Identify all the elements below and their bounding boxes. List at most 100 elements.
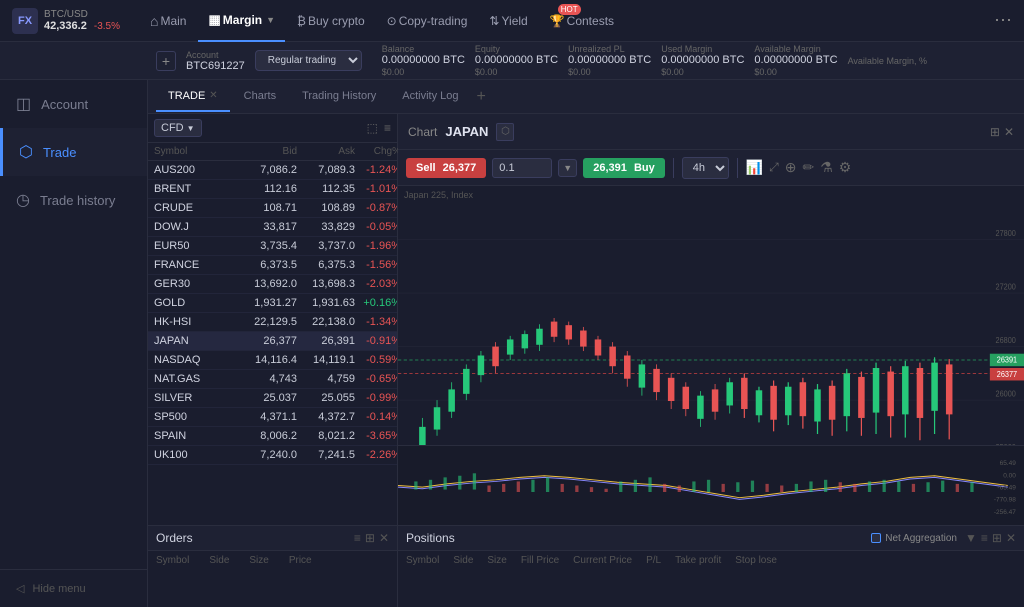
interval-select[interactable]: 4h1h1d xyxy=(682,157,729,179)
add-tab-button[interactable]: + xyxy=(477,88,486,106)
bottom-panel: Orders ≡ ⊞ ✕ SymbolSideSizePrice Positio… xyxy=(148,525,1024,607)
qty-dropdown-button[interactable]: ▼ xyxy=(558,159,577,177)
symbol-row[interactable]: JAPAN26,37726,391-0.91% xyxy=(148,332,397,351)
chart-crosshair-button[interactable]: ⊕ xyxy=(785,159,797,176)
sell-button[interactable]: Sell 26,377 xyxy=(406,158,486,178)
symbol-row[interactable]: FRANCE6,373.56,375.3-1.56% xyxy=(148,256,397,275)
tab-trading-history[interactable]: Trading History xyxy=(290,82,388,112)
orders-menu-button[interactable]: ≡ xyxy=(354,531,361,545)
symbol-row[interactable]: GER3013,692.013,698.3-2.03% xyxy=(148,275,397,294)
nav-yield[interactable]: ⇅ Yield xyxy=(479,0,537,42)
nav-more-button[interactable]: ⋯ xyxy=(990,6,1016,35)
symbol-row[interactable]: UK1007,240.07,241.5-2.26% xyxy=(148,446,397,465)
orders-expand-button[interactable]: ⊞ xyxy=(365,531,375,545)
sell-price: 26,377 xyxy=(443,162,477,174)
positions-col-header: Current Price xyxy=(573,555,632,566)
orders-col-header: Side xyxy=(209,555,229,566)
indicator-area: 65.49 0.00 -65.49 -770.98 -256.47 xyxy=(398,445,1024,525)
positions-menu-button[interactable]: ≡ xyxy=(981,531,988,545)
chart-indicator-button[interactable]: ⤢ xyxy=(769,160,779,175)
tab-charts[interactable]: Charts xyxy=(232,82,288,112)
symbol-row[interactable]: EUR503,735.43,737.0-1.96% xyxy=(148,237,397,256)
symbol-row[interactable]: GOLD1,931.271,931.63+0.16% xyxy=(148,294,397,313)
symbol-name: GER30 xyxy=(154,278,239,290)
nav-contests[interactable]: HOT 🏆 Contests xyxy=(540,0,624,42)
nav-margin-label: Margin xyxy=(223,13,262,27)
symbol-row[interactable]: AUS2007,086.27,089.3-1.24% xyxy=(148,161,397,180)
sidebar-item-trade[interactable]: ⬡ Trade xyxy=(0,128,147,176)
symbol-sort-button[interactable]: ⬚ xyxy=(367,121,378,135)
sidebar-item-trade-history[interactable]: ◷ Trade history xyxy=(0,176,147,224)
symbol-ask: 22,138.0 xyxy=(297,316,355,328)
equity-label: Equity xyxy=(475,44,558,54)
positions-close-button[interactable]: ✕ xyxy=(1006,531,1016,545)
account-label: Account xyxy=(186,50,245,60)
symbol-row[interactable]: SP5004,371.14,372.7-0.14% xyxy=(148,408,397,427)
balance-usd: $0.00 xyxy=(382,67,405,77)
nav-copy-trading[interactable]: ⊙ Copy-trading xyxy=(377,0,478,42)
symbol-ask: 4,759 xyxy=(297,373,355,385)
chart-measure-button[interactable]: ⚗ xyxy=(820,159,833,176)
chart-close-button[interactable]: ✕ xyxy=(1004,125,1014,139)
orders-close-button[interactable]: ✕ xyxy=(379,531,389,545)
symbol-name: FRANCE xyxy=(154,259,239,271)
trophy-icon: 🏆 xyxy=(550,14,565,28)
symbol-row[interactable]: NAT.GAS4,7434,759-0.65% xyxy=(148,370,397,389)
symbol-change: -0.91% xyxy=(355,335,397,347)
qty-input[interactable] xyxy=(492,158,552,178)
balance-section: Balance 0.00000000 BTC $0.00 xyxy=(382,44,465,78)
tab-close-icon[interactable]: ✕ xyxy=(209,90,217,101)
sidebar-item-account[interactable]: ◫ Account xyxy=(0,80,147,128)
symbol-ask: 13,698.3 xyxy=(297,278,355,290)
symbol-bid: 22,129.5 xyxy=(239,316,297,328)
nav-margin[interactable]: ▦ Margin ▼ xyxy=(198,0,285,42)
chart-symbol-info-button[interactable]: ⬡ xyxy=(496,123,514,141)
positions-filter-button[interactable]: ▼ xyxy=(965,531,977,545)
chart-type-button[interactable]: 📊 xyxy=(746,159,763,176)
sidebar: ◫ Account ⬡ Trade ◷ Trade history ◁ Hide… xyxy=(0,80,148,607)
symbol-row[interactable]: HK-HSI22,129.522,138.0-1.34% xyxy=(148,313,397,332)
trading-type-select[interactable]: Regular trading xyxy=(255,50,362,71)
symbol-change: -0.99% xyxy=(355,392,397,404)
chart-settings-button[interactable]: ⚙ xyxy=(839,159,852,176)
symbol-row[interactable]: BRENT112.16112.35-1.01% xyxy=(148,180,397,199)
svg-text:0.00: 0.00 xyxy=(1003,472,1016,479)
symbol-menu-button[interactable]: ≡ xyxy=(384,121,391,135)
toolbar-sep-1 xyxy=(673,158,674,178)
symbol-row[interactable]: CRUDE108.71108.89-0.87% xyxy=(148,199,397,218)
home-icon: ⌂ xyxy=(150,13,158,29)
symbol-list-panel: CFD ▼ ⬚ ≡ Symbol Bid Ask Chg% AUS2007,08… xyxy=(148,114,398,525)
tab-activity-log[interactable]: Activity Log xyxy=(390,82,470,112)
cfd-filter-button[interactable]: CFD ▼ xyxy=(154,119,202,137)
toolbar-sep-2 xyxy=(737,158,738,178)
chart-draw-button[interactable]: ✏ xyxy=(803,159,815,176)
hide-menu-button[interactable]: ◁ Hide menu xyxy=(0,569,147,607)
nav-buy-crypto[interactable]: ₿ Buy crypto xyxy=(287,0,375,42)
tab-trade[interactable]: TRADE ✕ xyxy=(156,82,230,112)
nav-yield-label: Yield xyxy=(501,14,527,28)
add-account-button[interactable]: + xyxy=(156,51,176,71)
symbol-row[interactable]: NASDAQ14,116.414,119.1-0.59% xyxy=(148,351,397,370)
net-agg-indicator xyxy=(871,533,881,543)
symbol-ask: 112.35 xyxy=(297,183,355,195)
symbol-name: GOLD xyxy=(154,297,239,309)
equity-usd: $0.00 xyxy=(475,67,498,77)
symbol-bid: 7,086.2 xyxy=(239,164,297,176)
symbol-name: DOW.J xyxy=(154,221,239,233)
symbol-name: NAT.GAS xyxy=(154,373,239,385)
chart-expand-button[interactable]: ⊞ xyxy=(990,125,1000,139)
nav-main[interactable]: ⌂ Main xyxy=(140,0,196,42)
buy-price: 26,391 xyxy=(593,162,627,174)
symbol-row[interactable]: DOW.J33,81733,829-0.05% xyxy=(148,218,397,237)
buy-price-button[interactable]: 26,391 Buy xyxy=(583,158,665,178)
symbol-row[interactable]: SILVER25.03725.055-0.99% xyxy=(148,389,397,408)
symbol-change: -2.03% xyxy=(355,278,397,290)
symbol-bid: 25.037 xyxy=(239,392,297,404)
symbol-bid: 4,743 xyxy=(239,373,297,385)
nav-buy-crypto-label: Buy crypto xyxy=(308,14,365,28)
cfd-label: CFD xyxy=(161,122,184,134)
symbol-row[interactable]: SPAIN8,006.28,021.2-3.65% xyxy=(148,427,397,446)
positions-expand-button[interactable]: ⊞ xyxy=(992,531,1002,545)
unrealized-pl-usd: $0.00 xyxy=(568,67,591,77)
symbol-name: AUS200 xyxy=(154,164,239,176)
